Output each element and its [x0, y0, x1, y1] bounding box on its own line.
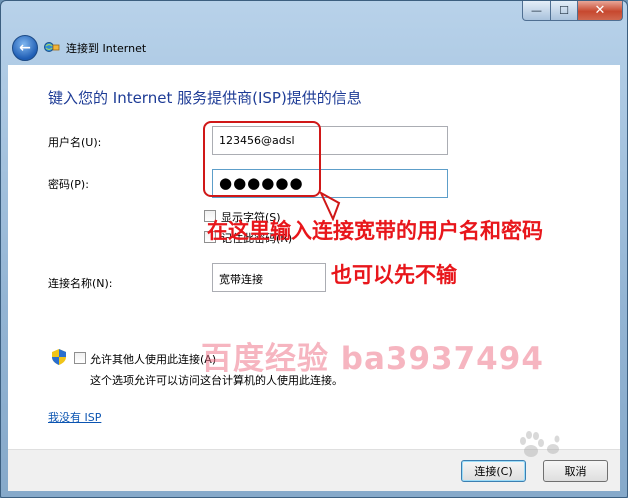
annotation-text-primary: 在这里输入连接宽带的用户名和密码	[207, 219, 543, 243]
username-label: 用户名(U):	[48, 136, 102, 149]
page-heading: 键入您的 Internet 服务提供商(ISP)提供的信息	[48, 89, 362, 107]
back-arrow-icon: ←	[19, 40, 31, 56]
no-isp-link[interactable]: 我没有 ISP	[48, 409, 101, 425]
wizard-title: 连接到 Internet	[66, 42, 147, 55]
watermark-text: 百度经验 ba3937494	[201, 341, 544, 377]
paw-watermark-icon	[520, 431, 560, 457]
connect-button[interactable]: 连接(C)	[461, 460, 526, 482]
caption-buttons: — ☐ ✕	[522, 1, 623, 21]
connection-name-input[interactable]: 宽带连接	[212, 263, 326, 292]
maximize-button[interactable]: ☐	[551, 1, 578, 21]
navigation-bar: ← 连接到 Internet	[1, 27, 627, 65]
network-connection-icon	[44, 42, 60, 52]
annotation-text-secondary: 也可以先不输	[331, 263, 457, 287]
annotation-highlight-box	[203, 121, 321, 197]
cancel-button[interactable]: 取消	[543, 460, 608, 482]
close-button[interactable]: ✕	[578, 1, 623, 21]
password-label: 密码(P):	[48, 178, 89, 191]
back-button[interactable]: ←	[12, 35, 38, 61]
allow-others-label: 允许其他人使用此连接(A)	[90, 353, 217, 366]
dialog-window: — ☐ ✕ ← 连接到 Internet 键入您的 Internet 服务提供商…	[0, 0, 628, 498]
minimize-button[interactable]: —	[522, 1, 551, 21]
connection-name-label: 连接名称(N):	[48, 277, 113, 290]
allow-others-checkbox[interactable]	[74, 352, 86, 364]
uac-shield-icon	[52, 349, 66, 365]
